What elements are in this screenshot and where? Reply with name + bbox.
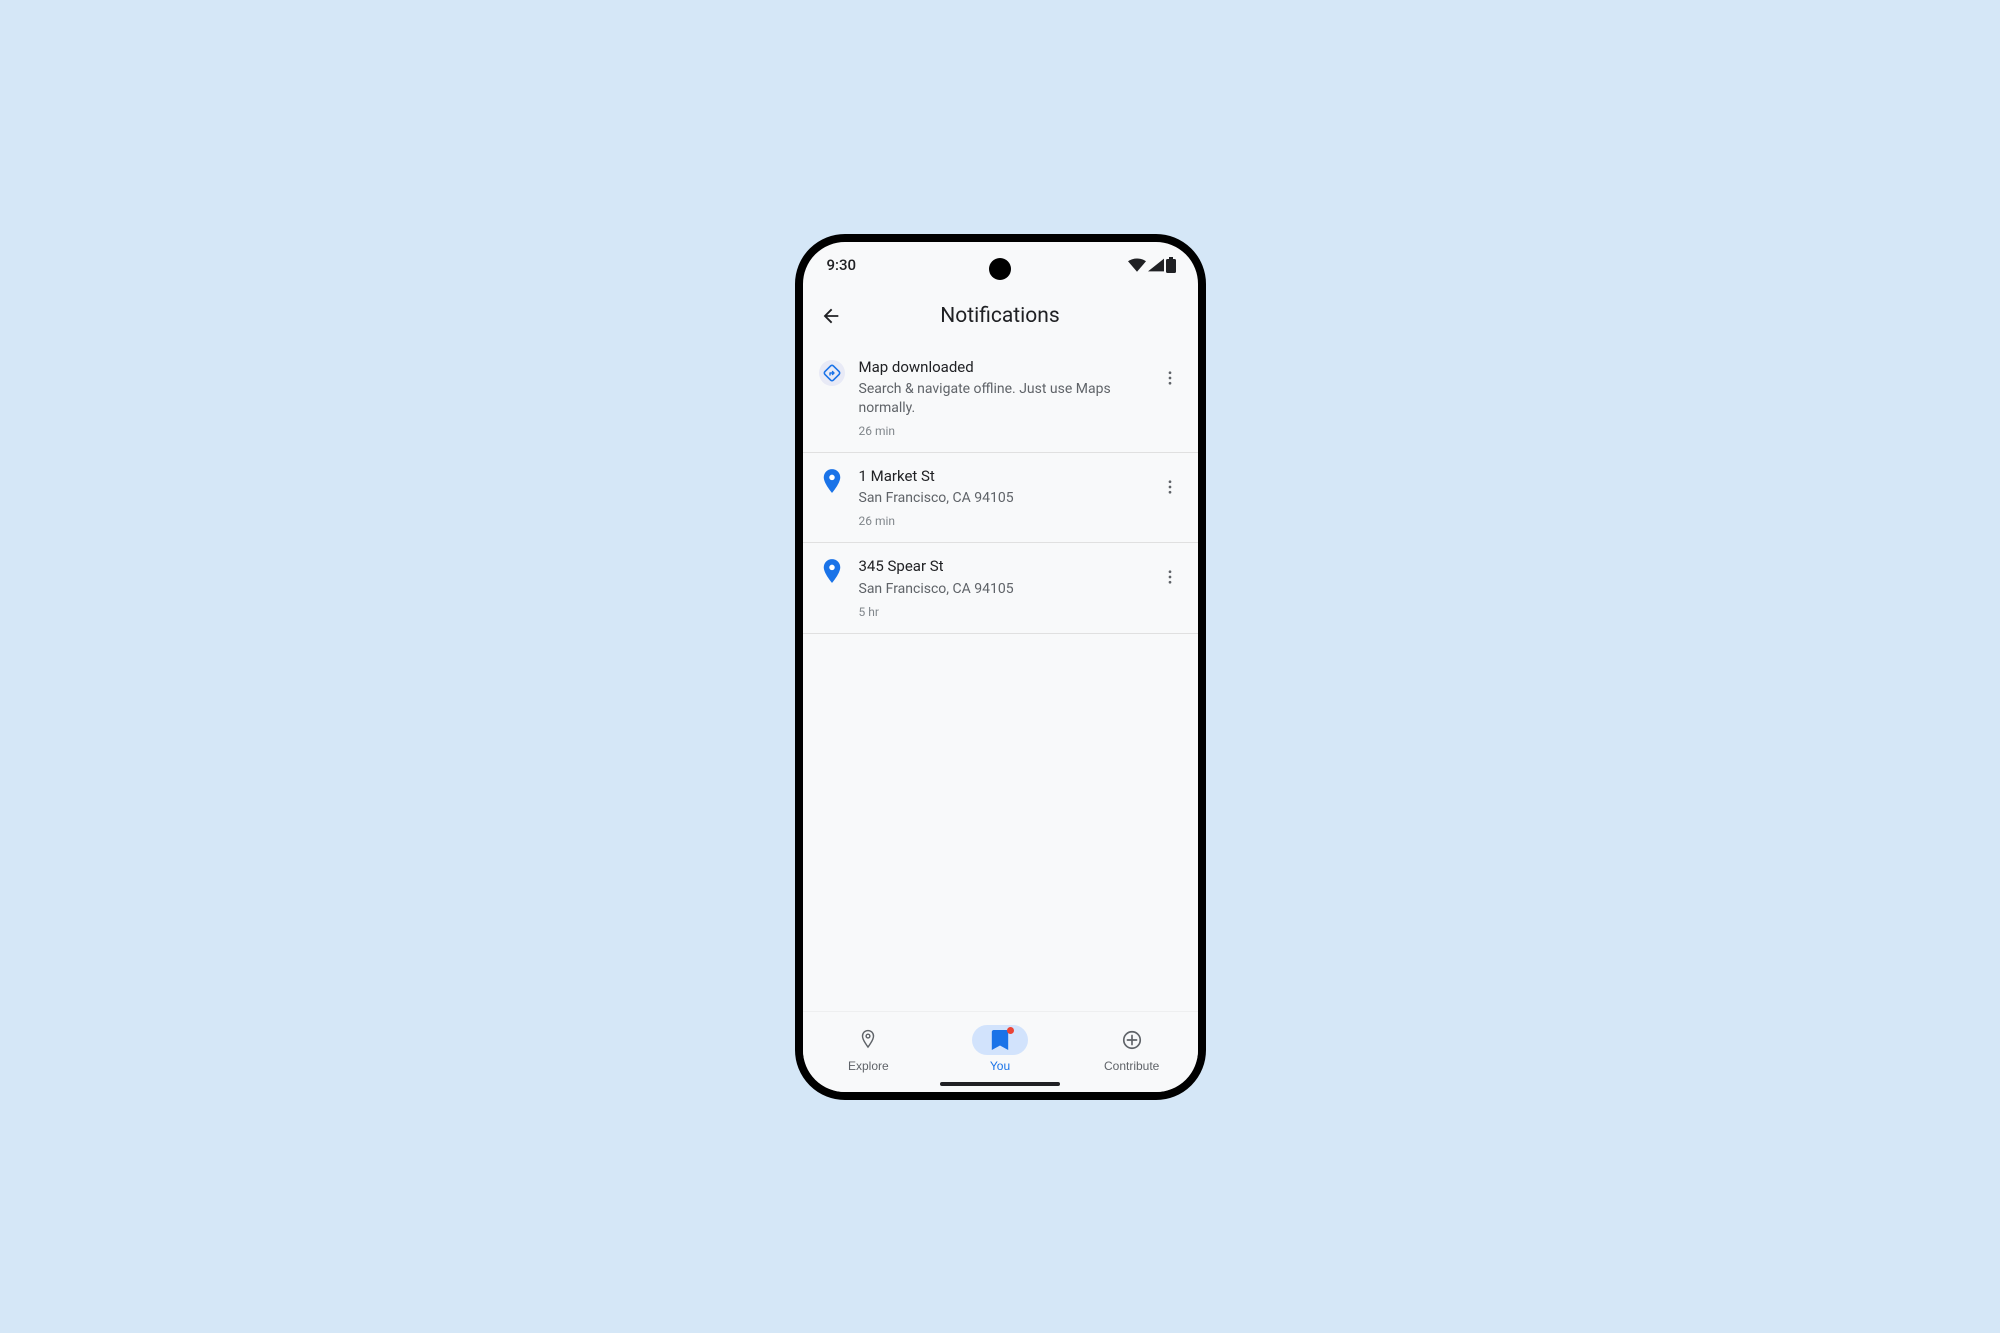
page-title: Notifications (803, 304, 1198, 328)
nav-explore[interactable]: Explore (803, 1024, 935, 1074)
nav-contribute[interactable]: Contribute (1066, 1024, 1198, 1074)
item-overflow-button[interactable] (1154, 561, 1186, 593)
bookmark-icon (991, 1030, 1009, 1050)
phone-frame: 9:30 Notifications Map downloaded (795, 234, 1206, 1100)
list-item-body: Map downloaded Search & navigate offline… (859, 358, 1140, 438)
back-button[interactable] (811, 296, 851, 336)
wifi-icon (1128, 258, 1146, 272)
more-vert-icon (1161, 568, 1179, 586)
status-time: 9:30 (827, 256, 857, 274)
cell-signal-icon (1148, 258, 1164, 272)
list-item-body: 345 Spear St San Francisco, CA 94105 5 h… (859, 557, 1140, 618)
camera-cutout (989, 258, 1011, 280)
pin-outline-icon (858, 1029, 878, 1051)
nav-badge (1007, 1027, 1014, 1034)
list-item-time: 26 min (859, 514, 1140, 528)
more-vert-icon (1161, 369, 1179, 387)
plus-circle-icon (1121, 1029, 1143, 1051)
list-item-title: 1 Market St (859, 467, 1140, 487)
list-item-time: 26 min (859, 424, 1140, 438)
list-item-time: 5 hr (859, 605, 1140, 619)
list-item[interactable]: 345 Spear St San Francisco, CA 94105 5 h… (803, 543, 1198, 633)
list-item[interactable]: 1 Market St San Francisco, CA 94105 26 m… (803, 453, 1198, 543)
list-item-body: 1 Market St San Francisco, CA 94105 26 m… (859, 467, 1140, 528)
directions-icon (819, 360, 845, 386)
item-overflow-button[interactable] (1154, 362, 1186, 394)
map-pin-icon (819, 469, 845, 495)
arrow-back-icon (820, 305, 842, 327)
bottom-nav: Explore You Contribute (803, 1011, 1198, 1092)
nav-label: Explore (848, 1059, 889, 1073)
gesture-bar (940, 1082, 1060, 1086)
item-overflow-button[interactable] (1154, 471, 1186, 503)
nav-label: Contribute (1104, 1059, 1159, 1073)
list-item-subtitle: San Francisco, CA 94105 (859, 580, 1140, 599)
map-pin-icon (819, 559, 845, 585)
nav-label: You (990, 1059, 1010, 1073)
status-icons (1128, 257, 1176, 273)
list-item-subtitle: San Francisco, CA 94105 (859, 489, 1140, 508)
more-vert-icon (1161, 478, 1179, 496)
app-bar: Notifications (803, 288, 1198, 344)
list-item-title: 345 Spear St (859, 557, 1140, 577)
nav-you[interactable]: You (934, 1024, 1066, 1074)
list-item-title: Map downloaded (859, 358, 1140, 378)
battery-icon (1166, 257, 1176, 273)
notification-list: Map downloaded Search & navigate offline… (803, 344, 1198, 1011)
list-item[interactable]: Map downloaded Search & navigate offline… (803, 344, 1198, 453)
list-item-subtitle: Search & navigate offline. Just use Maps… (859, 380, 1140, 418)
